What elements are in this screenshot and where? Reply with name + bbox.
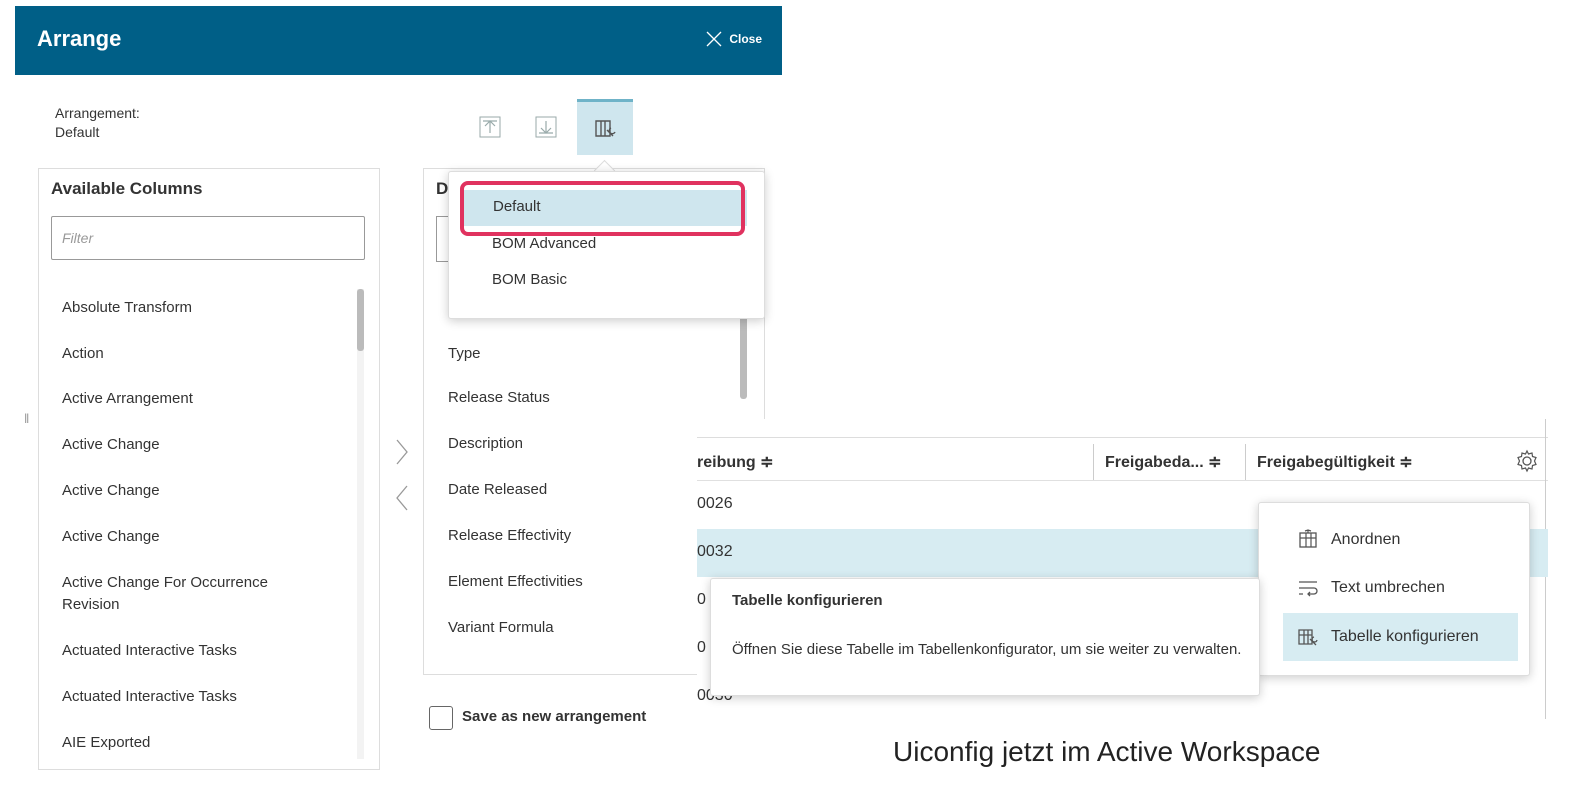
table-config-icon [1298, 629, 1318, 646]
menu-item-label: Tabelle konfigurieren [1331, 628, 1479, 645]
cell-text: 0 [697, 591, 706, 608]
panel-splitter[interactable]: ‖ [24, 411, 29, 426]
menu-item-label: Text umbrechen [1331, 579, 1445, 596]
available-columns-title: Available Columns [51, 179, 203, 198]
close-label: Close [729, 32, 762, 46]
column-divider[interactable] [1245, 444, 1246, 480]
table-toolbar-strip [697, 419, 1548, 438]
close-icon [706, 31, 722, 47]
menu-item-label: Anordnen [1331, 531, 1401, 548]
export-button[interactable] [518, 99, 574, 155]
available-column-item[interactable]: Active Change For Occurrence Revision [62, 572, 268, 616]
displayed-column-item[interactable]: Variant Formula [448, 619, 554, 636]
available-column-item[interactable]: Actuated Interactive Tasks [62, 686, 237, 708]
move-left-icon[interactable] [394, 484, 410, 512]
displayed-columns-title: D [436, 179, 449, 198]
displayed-column-item[interactable]: Description [448, 435, 523, 452]
available-column-item[interactable]: Active Change [62, 480, 160, 502]
import-icon [479, 116, 501, 138]
available-column-item[interactable]: Active Change [62, 434, 160, 456]
available-column-item[interactable]: Active Arrangement [62, 388, 193, 410]
panel-title: Arrange [37, 26, 122, 51]
arrangement-config-button[interactable] [577, 99, 633, 155]
column-divider[interactable] [1093, 444, 1094, 480]
menu-item-anordnen[interactable]: Anordnen [1283, 516, 1400, 564]
cell-text: 0026 [697, 495, 733, 512]
displayed-column-item[interactable]: Release Status [448, 389, 550, 406]
available-column-item[interactable]: Absolute Transform [62, 297, 192, 319]
dropdown-option-bom-advanced[interactable]: BOM Advanced [492, 235, 596, 252]
tooltip-body: Öffnen Sie diese Tabelle im Tabellenkonf… [732, 641, 1242, 658]
import-button[interactable] [462, 99, 518, 155]
menu-item-tabelle-konfigurieren[interactable]: Tabelle konfigurieren [1283, 613, 1518, 661]
export-icon [535, 116, 557, 138]
tooltip: Tabelle konfigurieren Öffnen Sie diese T… [710, 578, 1260, 696]
cell-text: 0 [697, 639, 706, 656]
displayed-column-item[interactable]: Release Effectivity [448, 527, 571, 544]
available-column-item[interactable]: Actuated Interactive Tasks [62, 640, 237, 662]
arrangement-dropdown: Default BOM Advanced BOM Basic [448, 171, 765, 319]
dropdown-option-bom-basic[interactable]: BOM Basic [492, 271, 567, 288]
column-header-freigabegueltigkeit[interactable]: Freigabegültigkeit ≑ [1257, 452, 1413, 472]
available-scrollbar-track[interactable] [357, 289, 364, 759]
column-header-freigabedatum[interactable]: Freigabeda... ≑ [1105, 452, 1222, 472]
save-new-arrangement-label: Save as new arrangement [462, 708, 647, 725]
displayed-column-item[interactable]: Date Released [448, 481, 547, 498]
arrangement-value: Default [55, 124, 100, 140]
close-button[interactable]: Close [705, 30, 762, 48]
available-columns-panel: Available Columns Absolute Transform Acti… [38, 168, 380, 770]
column-header-beschreibung[interactable]: reibung ≑ [697, 452, 774, 472]
table-config-icon [595, 119, 616, 137]
displayed-column-item[interactable]: Type [448, 345, 481, 362]
move-right-icon[interactable] [394, 438, 410, 466]
wrap-text-icon [1299, 581, 1318, 597]
highlight-annotation [460, 181, 745, 236]
menu-item-text-umbrechen[interactable]: Text umbrechen [1283, 564, 1445, 612]
save-new-arrangement-checkbox[interactable] [429, 706, 453, 730]
displayed-column-item[interactable]: Element Effectivities [448, 573, 583, 590]
table-settings-menu: Anordnen Text umbrechen Tabelle konfigur… [1258, 502, 1530, 676]
available-column-item[interactable]: Active Change [62, 526, 160, 548]
available-column-item[interactable]: AIE Exported [62, 732, 150, 754]
tooltip-title: Tabelle konfigurieren [732, 592, 883, 609]
arrange-icon [1299, 529, 1317, 548]
displayed-scrollbar-thumb[interactable] [740, 309, 747, 399]
cell-text: 0032 [697, 543, 733, 560]
available-scrollbar-thumb[interactable] [357, 289, 364, 351]
caption: Uiconfig jetzt im Active Workspace [893, 736, 1321, 767]
arrange-panel: Arrange Close Arrangement: Default Avail… [15, 6, 782, 811]
arrangement-label: Arrangement: [55, 105, 140, 121]
gear-icon[interactable] [1515, 449, 1539, 473]
arrange-header: Arrange Close [15, 6, 782, 75]
filter-input[interactable] [51, 216, 365, 260]
available-column-item[interactable]: Action [62, 343, 104, 365]
